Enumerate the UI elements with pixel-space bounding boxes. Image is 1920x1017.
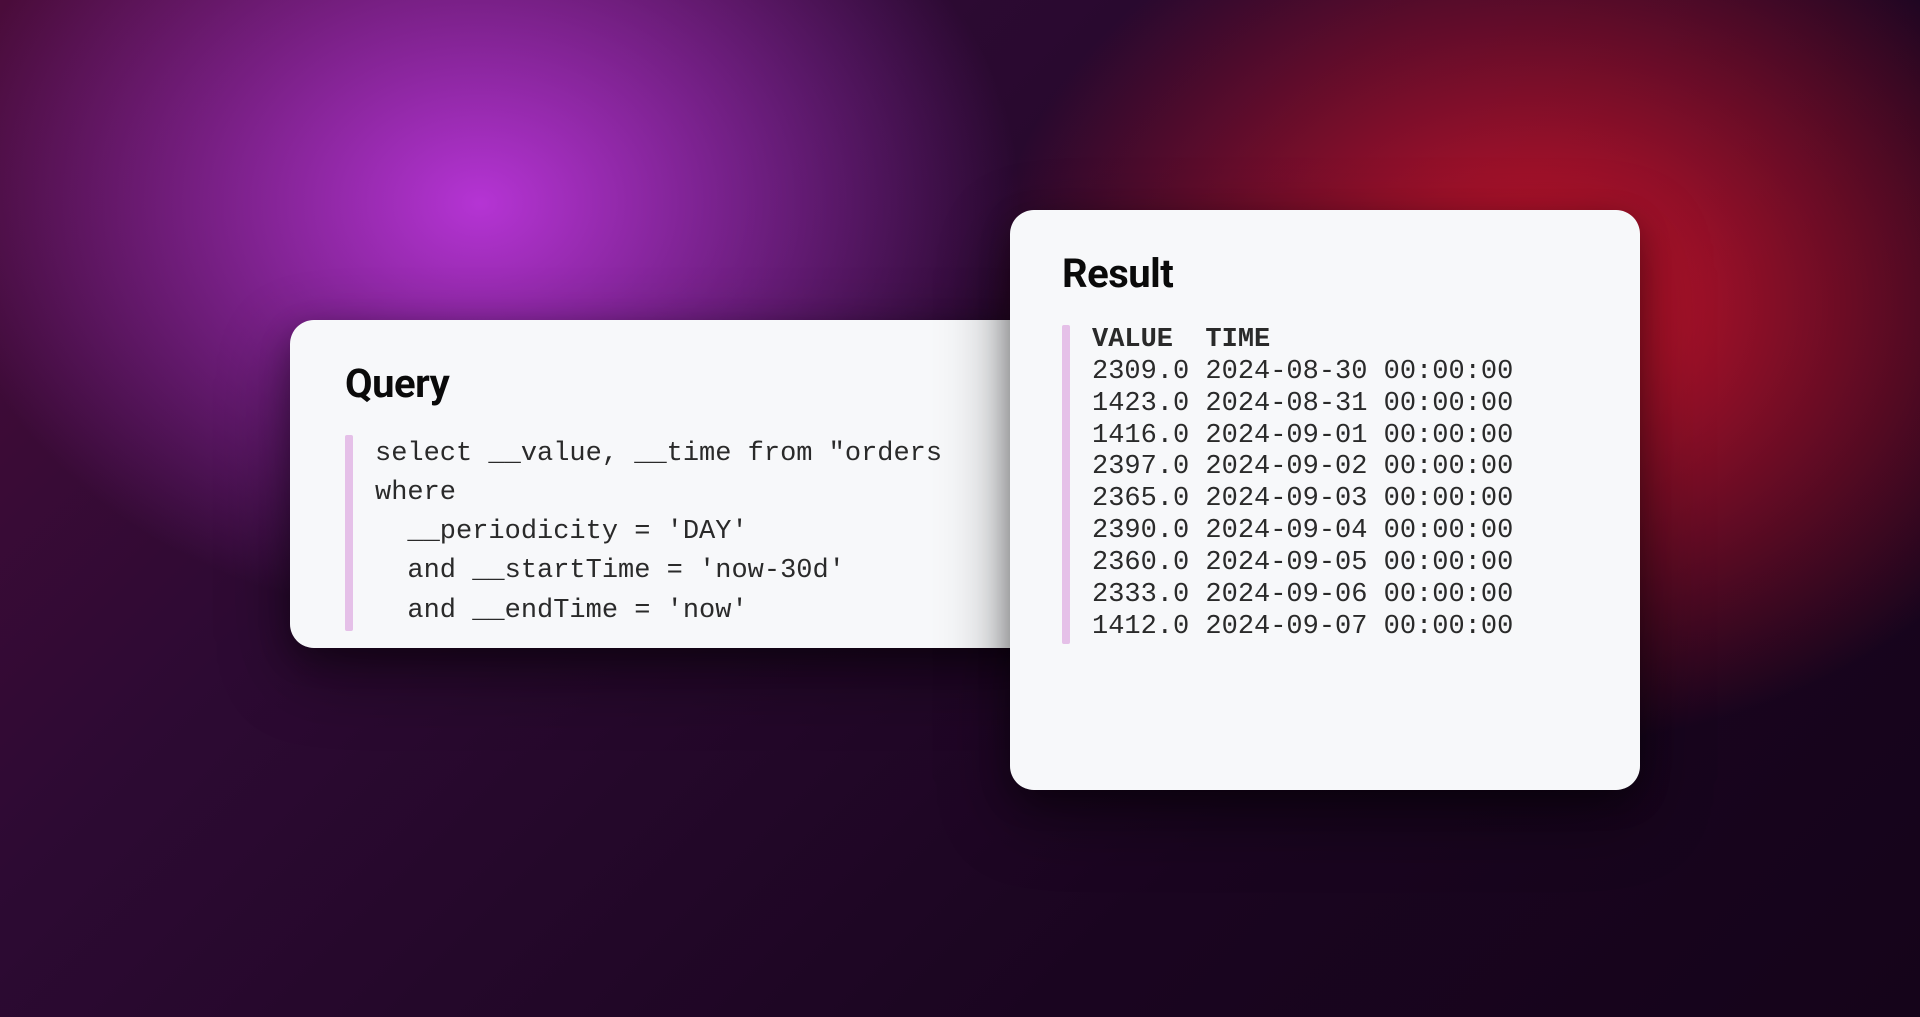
result-header-row: VALUE TIME xyxy=(1092,325,1513,357)
result-row: 2365.0 2024-09-03 00:00:00 xyxy=(1092,484,1513,516)
result-card: Result VALUE TIME 2309.0 2024-08-30 00:0… xyxy=(1010,210,1640,790)
result-table: VALUE TIME 2309.0 2024-08-30 00:00:00142… xyxy=(1092,325,1513,644)
result-rows: 2309.0 2024-08-30 00:00:001423.0 2024-08… xyxy=(1092,357,1513,644)
result-header-value: VALUE xyxy=(1092,325,1173,355)
query-accent-bar xyxy=(345,435,353,631)
query-title: Query xyxy=(345,360,1000,407)
result-header-time: TIME xyxy=(1205,325,1270,355)
result-row: 2397.0 2024-09-02 00:00:00 xyxy=(1092,452,1513,484)
result-row: 2360.0 2024-09-05 00:00:00 xyxy=(1092,548,1513,580)
result-row: 1416.0 2024-09-01 00:00:00 xyxy=(1092,421,1513,453)
result-row: 1423.0 2024-08-31 00:00:00 xyxy=(1092,389,1513,421)
result-row: 1412.0 2024-09-07 00:00:00 xyxy=(1092,612,1513,644)
query-code-block: select __value, __time from "orders wher… xyxy=(345,435,1000,631)
result-code-block: VALUE TIME 2309.0 2024-08-30 00:00:00142… xyxy=(1062,325,1588,644)
result-title: Result xyxy=(1062,250,1588,297)
query-card: Query select __value, __time from "order… xyxy=(290,320,1055,648)
result-row: 2333.0 2024-09-06 00:00:00 xyxy=(1092,580,1513,612)
result-row: 2390.0 2024-09-04 00:00:00 xyxy=(1092,516,1513,548)
query-code-content: select __value, __time from "orders wher… xyxy=(375,435,942,631)
result-accent-bar xyxy=(1062,325,1070,644)
result-row: 2309.0 2024-08-30 00:00:00 xyxy=(1092,357,1513,389)
